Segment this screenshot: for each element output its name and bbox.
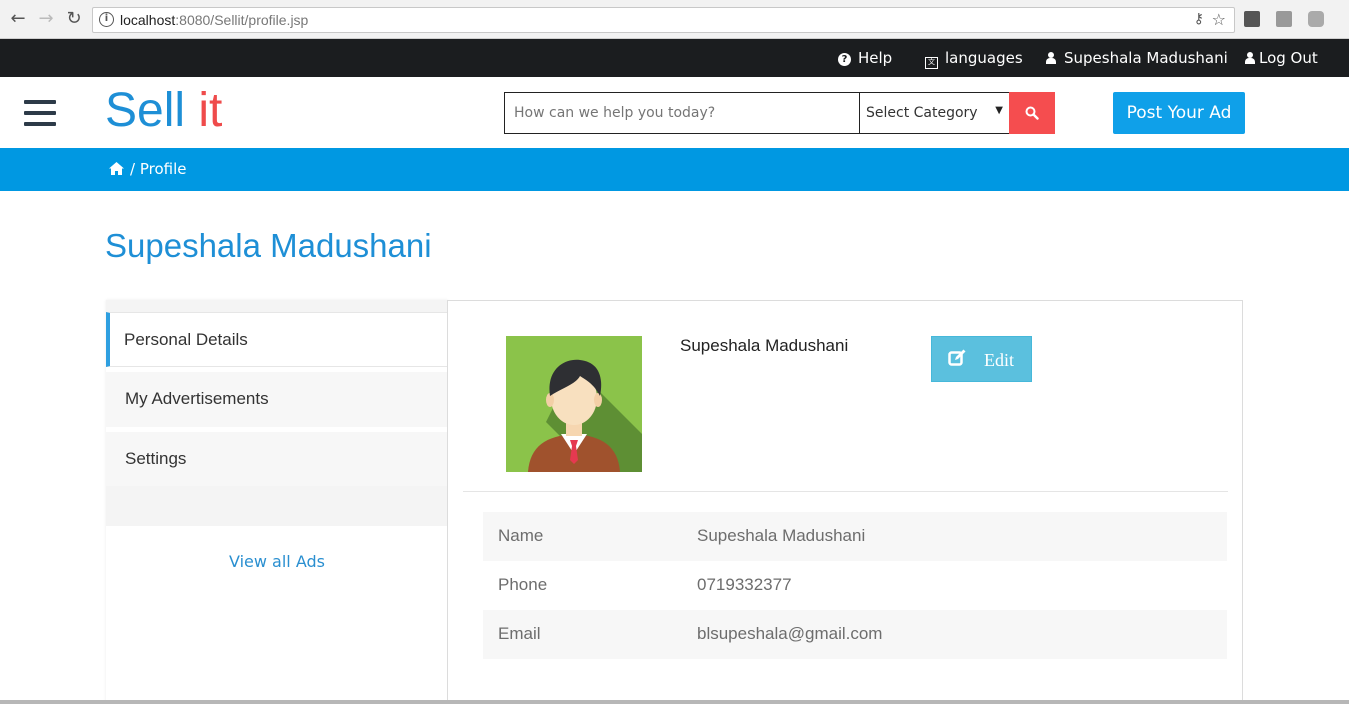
extension-jb-icon[interactable] [1244,11,1260,27]
url-text[interactable]: localhost:8080/Sellit/profile.jsp [120,12,308,28]
user-avatar-icon [506,336,642,472]
profile-sidebar: Personal Details My Advertisements Setti… [106,300,448,704]
sidebar-item-my-advertisements[interactable]: My Advertisements [106,372,448,427]
breadcrumb-current: / Profile [130,160,187,178]
language-icon: 文 [925,57,938,69]
sidebar-item-personal-details[interactable]: Personal Details [106,312,448,367]
detail-value: blsupeshala@gmail.com [697,624,883,643]
breadcrumb: / Profile [109,160,186,178]
sidebar-top-strip [106,300,448,312]
site-header: Sell it Select Category ▼ Post Your Ad [0,77,1349,148]
extension-shield-icon[interactable] [1308,11,1324,27]
edit-profile-button[interactable]: Edit [931,336,1032,382]
detail-row-name: Name Supeshala Madushani [483,512,1227,561]
detail-label: Email [498,624,541,643]
search-input[interactable] [504,92,860,134]
view-all-ads-link[interactable]: View all Ads [106,552,448,571]
info-icon[interactable]: i [99,12,114,27]
user-name-label: Supeshala Madushani [1064,49,1228,67]
help-label: Help [858,49,893,67]
languages-link[interactable]: 文 languages [925,49,1023,69]
user-icon [1245,52,1255,64]
search-button[interactable] [1009,92,1055,134]
divider [463,491,1228,492]
star-icon[interactable]: ☆ [1212,10,1226,29]
back-arrow-icon[interactable]: ← [8,9,28,29]
detail-value: Supeshala Madushani [697,526,866,545]
detail-row-email: Email blsupeshala@gmail.com [483,610,1227,659]
logout-link[interactable]: Log Out [1245,49,1318,67]
taskbar-edge [0,700,1349,704]
user-icon [1046,52,1056,64]
detail-value: 0719332377 [697,575,792,594]
breadcrumb-bar: / Profile [0,148,1349,191]
logout-label: Log Out [1259,49,1318,67]
extension-pdf-icon[interactable] [1276,11,1292,27]
detail-row-phone: Phone 0719332377 [483,561,1227,610]
caret-down-icon: ▼ [995,105,1003,116]
site-logo[interactable]: Sell it [105,83,222,138]
reload-icon[interactable]: ↻ [64,9,84,29]
profile-name: Supeshala Madushani [680,336,849,355]
address-bar[interactable]: i localhost:8080/Sellit/profile.jsp ⚷ ☆ [92,7,1235,33]
detail-label: Name [498,526,544,545]
avatar [506,336,642,472]
home-icon[interactable] [109,162,124,175]
user-link[interactable]: Supeshala Madushani [1046,49,1228,67]
search-icon [1025,106,1039,120]
top-utility-bar: ? Help 文 languages Supeshala Madushani Log… [0,39,1349,77]
page-title: Supeshala Madushani [105,227,432,264]
post-ad-button[interactable]: Post Your Ad [1113,92,1245,134]
help-link[interactable]: ? Help [838,49,892,67]
browser-toolbar: ← → ↻ i localhost:8080/Sellit/profile.js… [0,0,1349,39]
edit-icon [948,349,966,366]
profile-panel: Supeshala Madushani Edit Name Supeshala … [447,300,1243,704]
forward-arrow-icon[interactable]: → [36,9,56,29]
hamburger-menu-icon[interactable] [24,100,56,126]
category-select[interactable]: Select Category ▼ [859,92,1010,134]
key-icon[interactable]: ⚷ [1194,11,1204,27]
sidebar-item-settings[interactable]: Settings [106,432,448,487]
question-circle-icon: ? [838,53,851,66]
detail-label: Phone [498,575,548,594]
sidebar-filler [106,486,448,526]
edit-label: Edit [984,350,1014,370]
languages-label: languages [945,49,1023,67]
